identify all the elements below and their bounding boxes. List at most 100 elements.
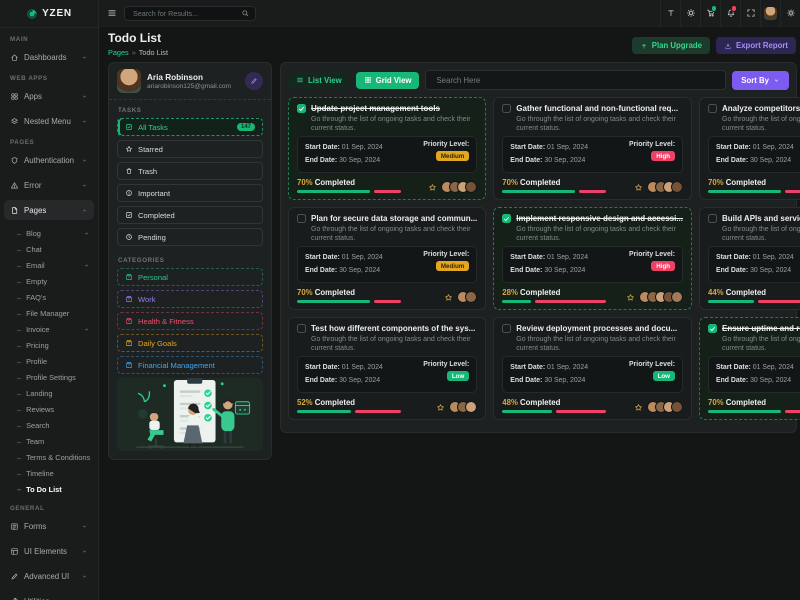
task-card-review-deployment-processes-[interactable]: Review deployment processes and docu...G… <box>493 317 692 420</box>
sidebar-subitem-email[interactable]: –Email <box>0 257 98 273</box>
sidebar-subitem-search[interactable]: –Search <box>0 417 98 433</box>
task-filter-pending[interactable]: Pending <box>117 228 263 246</box>
sort-by-button[interactable]: Sort By <box>732 71 789 90</box>
card-checkbox[interactable] <box>297 214 306 223</box>
priority-badge: Low <box>447 371 469 381</box>
task-card-analyze-competitors-and-exis[interactable]: Analyze competitors and existing solutio… <box>699 97 800 200</box>
sidebar-subitem-team[interactable]: –Team <box>0 433 98 449</box>
task-filter-all-tasks[interactable]: All Tasks147 <box>117 118 263 136</box>
card-checkbox[interactable] <box>708 214 717 223</box>
task-filter-important[interactable]: Important <box>117 184 263 202</box>
start-date-label: Start Date: <box>305 364 340 371</box>
theme-toggle-icon[interactable] <box>680 0 700 26</box>
star-icon[interactable] <box>428 183 437 192</box>
sidebar-item-forms[interactable]: Forms <box>4 516 94 536</box>
category-work[interactable]: Work <box>117 290 263 308</box>
card-title: Review deployment processes and docu... <box>516 324 677 333</box>
settings-icon[interactable] <box>780 0 800 26</box>
search-icon[interactable] <box>241 9 250 18</box>
fullscreen-icon[interactable] <box>740 0 760 26</box>
sidebar-subitem-timeline[interactable]: –Timeline <box>0 465 98 481</box>
sidebar-item-error[interactable]: Error <box>4 175 94 195</box>
sidebar-subitem-blog[interactable]: –Blog <box>0 225 98 241</box>
card-checkbox[interactable] <box>297 324 306 333</box>
sidebar-subitem-invoice[interactable]: –Invoice <box>0 321 98 337</box>
sidebar-subitem-file-manager[interactable]: –File Manager <box>0 305 98 321</box>
global-search-input[interactable] <box>131 8 237 19</box>
card-checkbox[interactable] <box>502 214 511 223</box>
card-checkbox[interactable] <box>502 324 511 333</box>
sidebar-item-dashboards[interactable]: Dashboards <box>4 47 94 67</box>
progress-text: 70% Completed <box>708 398 800 407</box>
export-report-button[interactable]: Export Report <box>716 37 796 54</box>
menu-toggle-icon[interactable] <box>107 8 117 18</box>
global-search[interactable] <box>124 6 256 21</box>
star-icon[interactable] <box>634 403 643 412</box>
edit-profile-button[interactable] <box>245 72 263 90</box>
sidebar-item-apps[interactable]: Apps <box>4 86 94 106</box>
task-card-gather-functional-and-non-fu[interactable]: Gather functional and non-functional req… <box>493 97 692 200</box>
card-checkbox[interactable] <box>708 104 717 113</box>
task-card-ensure-uptime-and-reliabilit[interactable]: Ensure uptime and reliability of the sof… <box>699 317 800 420</box>
cart-icon[interactable] <box>700 0 720 26</box>
sidebar-subitem-profile-settings[interactable]: –Profile Settings <box>0 369 98 385</box>
card-checkbox[interactable] <box>708 324 717 333</box>
card-description: Go through the list of ongoing tasks and… <box>516 225 683 244</box>
category-health-fitness[interactable]: Health & Fitness <box>117 312 263 330</box>
box-icon <box>125 273 133 281</box>
sidebar-subitem-faq-s[interactable]: –FAQ's <box>0 289 98 305</box>
task-filter-starred[interactable]: Starred <box>117 140 263 158</box>
task-card-build-apis-and-services-to-h[interactable]: Build APIs and services to handle busine… <box>699 207 800 310</box>
sidebar-item-utilities[interactable]: Utilities <box>4 591 94 600</box>
card-checkbox[interactable] <box>502 104 511 113</box>
star-icon[interactable] <box>634 183 643 192</box>
sidebar-subitem-reviews[interactable]: –Reviews <box>0 401 98 417</box>
sidebar-subitem-landing[interactable]: –Landing <box>0 385 98 401</box>
task-card-implement-responsive-design-[interactable]: Implement responsive design and accessi.… <box>493 207 692 310</box>
grid-view-button[interactable]: Grid View <box>356 72 420 89</box>
dash-icon: – <box>17 437 21 446</box>
text-size-icon[interactable] <box>660 0 680 26</box>
sidebar-subitem-empty[interactable]: –Empty <box>0 273 98 289</box>
board-search[interactable] <box>425 70 726 90</box>
card-title: Analyze competitors and existing solutio… <box>722 104 800 113</box>
list-view-button[interactable]: List View <box>288 72 350 89</box>
chevron-down-icon <box>81 93 88 100</box>
priority-badge: High <box>651 261 675 271</box>
sidebar-item-advanced-ui[interactable]: Advanced UI <box>4 566 94 586</box>
sidebar-item-nested-menu[interactable]: Nested Menu <box>4 111 94 131</box>
star-icon[interactable] <box>626 293 635 302</box>
sidebar-item-authentication[interactable]: Authentication <box>4 150 94 170</box>
star-icon[interactable] <box>444 293 453 302</box>
sidebar-subitem-terms-conditions[interactable]: –Terms & Conditions <box>0 449 98 465</box>
sidebar-subitem-to-do-list[interactable]: –To Do List <box>0 481 98 497</box>
sidebar-item-ui-elements[interactable]: UI Elements <box>4 541 94 561</box>
plan-upgrade-button[interactable]: Plan Upgrade <box>632 37 710 54</box>
sidebar-item-pages[interactable]: Pages <box>4 200 94 220</box>
breadcrumb-section[interactable]: Pages <box>108 48 129 57</box>
end-date-value: 30 Sep, 2024 <box>544 157 585 164</box>
task-card-update-project-management-to[interactable]: Update project management toolsGo throug… <box>288 97 486 200</box>
sidebar-subitem-chat[interactable]: –Chat <box>0 241 98 257</box>
chevron-up-icon <box>81 207 88 214</box>
task-filter-trash[interactable]: Trash <box>117 162 263 180</box>
card-description: Go through the list of ongoing tasks and… <box>311 335 477 354</box>
sidebar-subitem-pricing[interactable]: –Pricing <box>0 337 98 353</box>
profile-avatar[interactable] <box>760 0 780 26</box>
dash-icon: – <box>17 341 21 350</box>
task-card-plan-for-secure-data-storage[interactable]: Plan for secure data storage and commun.… <box>288 207 486 310</box>
user-email: ariarobinson125@gmail.com <box>147 83 231 90</box>
card-checkbox[interactable] <box>297 104 306 113</box>
category-daily-goals[interactable]: Daily Goals <box>117 334 263 352</box>
category-financial-management[interactable]: Financial Management <box>117 356 263 374</box>
category-personal[interactable]: Personal <box>117 268 263 286</box>
notifications-icon[interactable] <box>720 0 740 26</box>
board-search-input[interactable] <box>434 75 717 86</box>
task-filter-completed[interactable]: Completed <box>117 206 263 224</box>
all-tasks-icon <box>125 123 133 131</box>
logo[interactable]: YZEN <box>0 0 98 28</box>
task-card-test-how-different-component[interactable]: Test how different components of the sys… <box>288 317 486 420</box>
star-icon[interactable] <box>436 403 445 412</box>
sidebar-subitem-profile[interactable]: –Profile <box>0 353 98 369</box>
end-date-label: End Date: <box>510 157 542 164</box>
